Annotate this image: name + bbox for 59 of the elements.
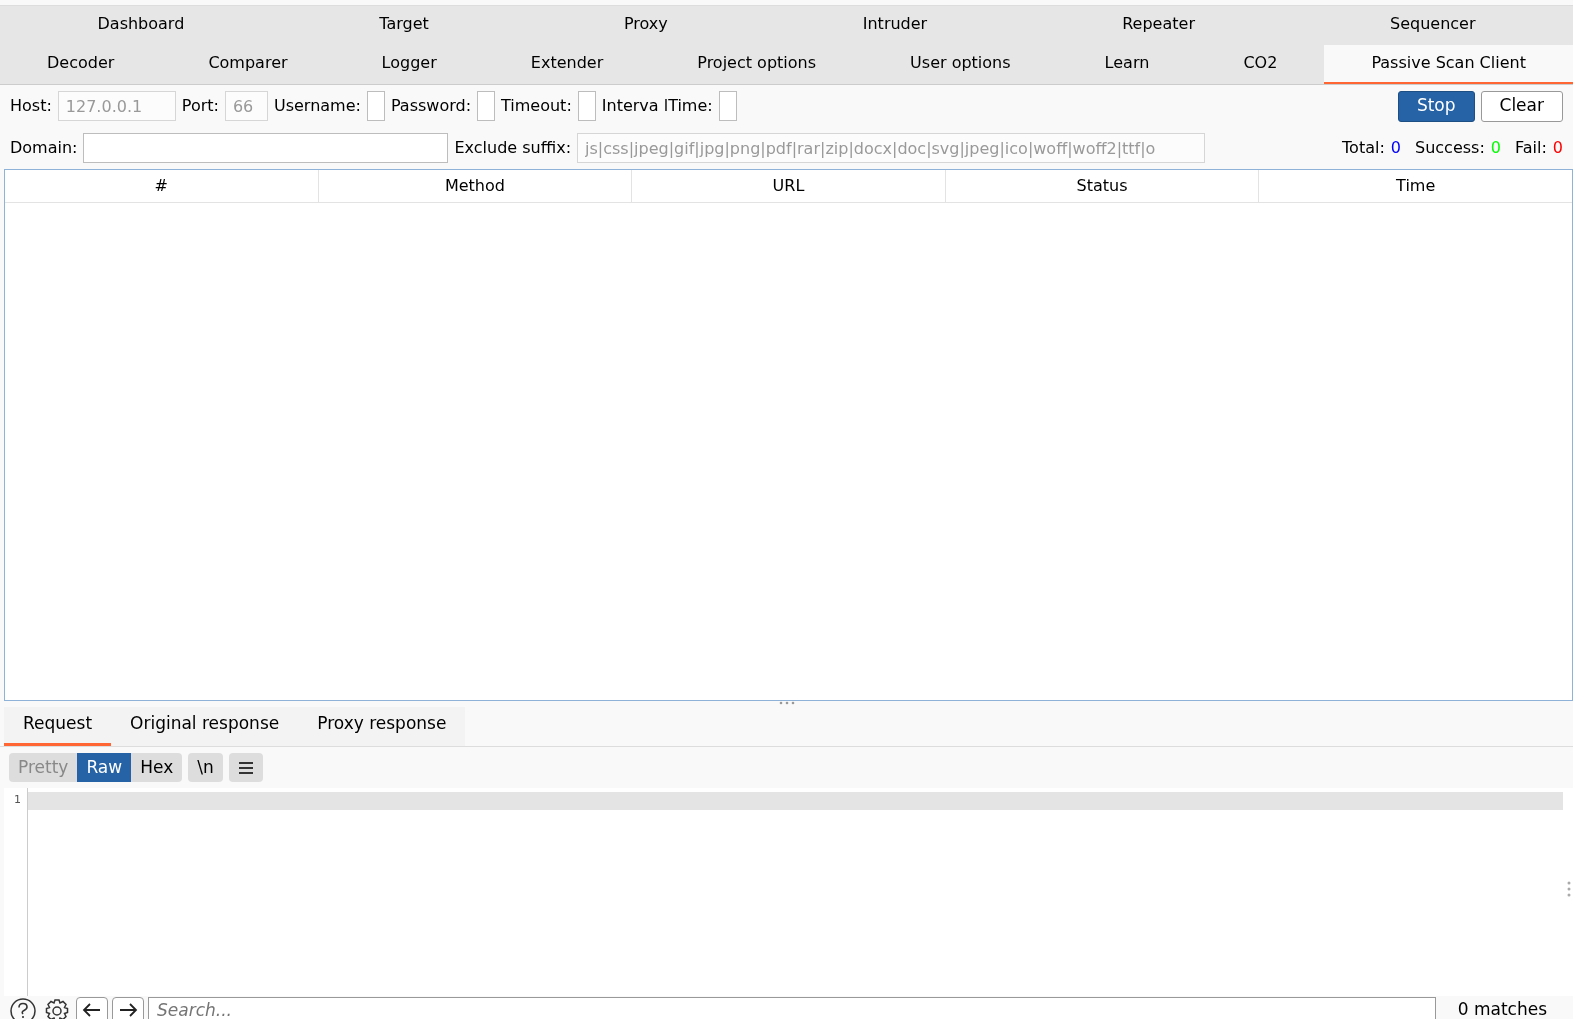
tab[interactable]: User options <box>863 45 1058 84</box>
tab[interactable]: Repeater <box>1024 6 1293 45</box>
view-mode-button[interactable]: Raw <box>77 752 132 782</box>
tab[interactable]: Proxy response <box>298 707 466 746</box>
tab[interactable]: Logger <box>334 45 484 84</box>
field-label: Password: <box>390 95 471 117</box>
field-label: Domain: <box>10 137 78 159</box>
field-label: Host: <box>10 95 52 117</box>
tab[interactable]: Intruder <box>765 6 1025 45</box>
counter-value: 0 <box>1552 137 1563 159</box>
input-field[interactable] <box>366 91 385 121</box>
tab[interactable]: Project options <box>650 45 864 84</box>
menu-icon <box>237 760 254 775</box>
back-button[interactable] <box>76 996 108 1019</box>
tab[interactable]: Extender <box>483 45 651 84</box>
clear-button[interactable]: Clear <box>1480 90 1563 122</box>
field-label: Port: <box>181 95 219 117</box>
tab[interactable]: Passive Scan Client <box>1324 45 1573 84</box>
field-label: Timeout: <box>501 95 572 117</box>
counter-value: 0 <box>1490 137 1501 159</box>
column-header[interactable]: Status <box>945 170 1260 202</box>
input-field[interactable] <box>577 91 596 121</box>
field-label: Exclude suffix: <box>454 137 572 159</box>
right-arrow-icon <box>118 1003 138 1017</box>
tab[interactable]: Dashboard <box>0 6 282 45</box>
input-field[interactable] <box>718 91 737 121</box>
match-count: 0 matches <box>1456 998 1548 1019</box>
search-field[interactable]: Search... <box>148 996 1436 1019</box>
view-mode-button[interactable]: Hex <box>131 752 183 782</box>
help-icon[interactable] <box>8 996 38 1019</box>
line-number: 1 <box>14 792 22 808</box>
column-header[interactable]: URL <box>632 170 946 202</box>
tab[interactable]: Original response <box>111 707 299 746</box>
left-arrow-icon <box>82 1003 102 1017</box>
input-field[interactable] <box>477 91 495 121</box>
tab[interactable]: Target <box>281 6 527 45</box>
counter-label: Total: <box>1342 137 1385 159</box>
tab[interactable]: Decoder <box>0 45 162 84</box>
forward-button[interactable] <box>112 996 144 1019</box>
tab[interactable]: Learn <box>1057 45 1197 84</box>
column-header[interactable]: Method <box>318 170 633 202</box>
tab[interactable]: Proxy <box>526 6 766 45</box>
tab[interactable]: Sequencer <box>1292 6 1573 45</box>
input-field[interactable] <box>83 133 449 163</box>
counter-value: 0 <box>1390 137 1401 159</box>
stop-button[interactable]: Stop <box>1397 90 1475 122</box>
more-options-icon[interactable] <box>1567 880 1571 897</box>
tab[interactable]: Request <box>4 707 112 746</box>
column-header[interactable]: # <box>5 170 319 202</box>
menu-button[interactable] <box>228 752 263 782</box>
counter-label: Fail: <box>1515 137 1547 159</box>
tab[interactable]: CO2 <box>1196 45 1325 84</box>
field-label: Interva lTime: <box>601 95 713 117</box>
newline-button[interactable]: \n <box>188 752 223 782</box>
counter-label: Success: <box>1415 137 1485 159</box>
tab[interactable]: Comparer <box>161 45 335 84</box>
field-label: Username: <box>273 95 361 117</box>
column-header[interactable]: Time <box>1259 170 1572 202</box>
splitter-handle-icon[interactable] <box>778 701 795 705</box>
